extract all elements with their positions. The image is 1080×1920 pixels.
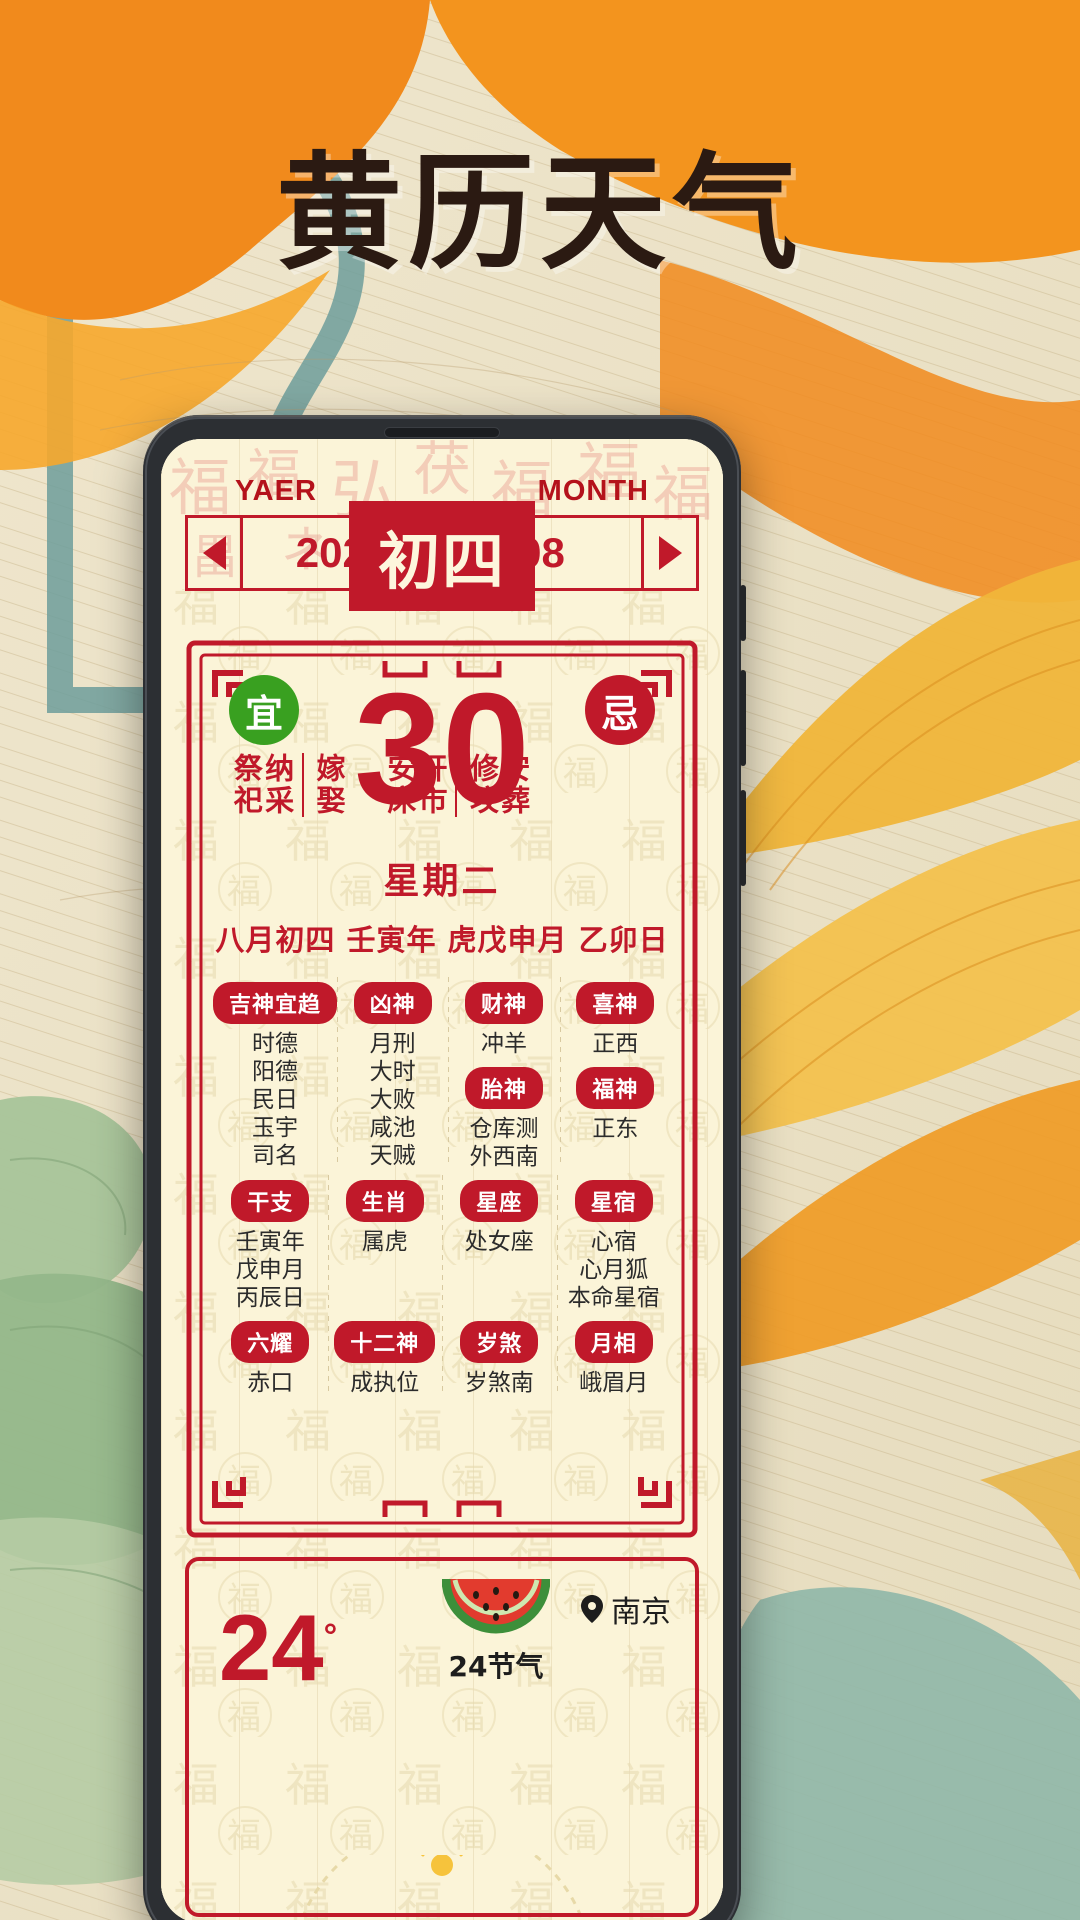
- info-tag: 六耀: [231, 1321, 310, 1364]
- solar-term-block: 24节气: [421, 1575, 571, 1685]
- day-number: 30: [354, 661, 530, 837]
- phone-side-button-volume-up: [740, 670, 746, 766]
- info-tag: 星座: [460, 1180, 539, 1223]
- info-tag: 财神: [465, 982, 544, 1024]
- info-cell: 十二神 成执位: [327, 1312, 443, 1397]
- info-block-2: 干支 壬寅年 戊申月 丙辰日 生肖 属虎 星座 处女座 星宿 心宿 心月狐 本命星宿: [213, 1171, 671, 1312]
- location-name: 南京: [611, 1595, 671, 1630]
- page-title: 黄历天气: [276, 140, 804, 287]
- map-pin-icon: [581, 1595, 603, 1623]
- info-cell: 星座 处女座: [442, 1171, 557, 1312]
- temperature-display: 24°: [219, 1601, 337, 1695]
- info-cell: 凶神月刑 大时 大败 咸池 天贼: [337, 973, 448, 1171]
- info-values: 仓库测 外西南: [469, 1116, 539, 1171]
- almanac-card: 宜 忌 纳采 祭祀 嫁娶 开市 安床 安葬 修坟 30 星期二 八月初四 壬寅年…: [185, 639, 699, 1539]
- date-selector-row: 2024 08 初四: [185, 501, 699, 611]
- info-cell: 生肖 属虎: [327, 1171, 443, 1312]
- info-values: 赤口: [247, 1370, 294, 1397]
- almanac-info-grid: 吉神宜趋 时德 阳德 民日 玉宇 司名 凶神 月刑 大时 大败 咸池 天贼 财神 冲羊 胎神…: [213, 973, 671, 1397]
- phone-side-button-volume-down: [740, 790, 746, 886]
- info-tag: 吉神宜趋: [213, 982, 338, 1024]
- location-display[interactable]: 南京: [581, 1587, 671, 1631]
- info-cell: 财神冲羊胎神仓库测 外西南: [448, 973, 559, 1171]
- yi-ji-section: 宜 忌 纳采 祭祀 嫁娶 开市 安床 安葬 修坟 30 星期二 八月初四 壬寅年…: [207, 667, 677, 967]
- ganzhi-line: 八月初四 壬寅年 虎戊申月 乙卯日: [215, 923, 669, 957]
- info-values: 岁煞南: [464, 1370, 534, 1397]
- weather-card[interactable]: 24° 24节气 南京: [185, 1557, 699, 1917]
- info-values: 正东: [592, 1116, 639, 1143]
- info-tag: 喜神: [576, 982, 655, 1024]
- phone-side-button-mute: [740, 585, 746, 641]
- prev-day-button[interactable]: [185, 515, 243, 591]
- info-tag: 干支: [231, 1180, 310, 1223]
- info-values: 时德 阳德 民日 玉宇 司名: [252, 1031, 298, 1170]
- app-screen: 福 福 福 福 弘 茯 福 福: [161, 439, 723, 1920]
- triangle-right-icon: [658, 536, 682, 570]
- phone-mockup: 福 福 福 福 弘 茯 福 福: [143, 415, 746, 1920]
- info-cell: 六耀 赤口: [213, 1312, 328, 1397]
- temperature-value: 24: [219, 1595, 324, 1700]
- next-day-button[interactable]: [641, 515, 699, 591]
- info-cell: 岁煞 岁煞南: [442, 1312, 557, 1397]
- weekday-label: 星期二: [383, 861, 501, 902]
- info-tag: 凶神: [353, 982, 432, 1024]
- info-tag: 生肖: [345, 1180, 424, 1223]
- year-label: YAER: [235, 475, 317, 507]
- almanac-content: 宜 忌 纳采 祭祀 嫁娶 开市 安床 安葬 修坟 30 星期二 八月初四 壬寅年…: [207, 661, 677, 1521]
- solar-term-label: 24节气: [448, 1650, 544, 1683]
- degree-symbol: °: [323, 1617, 338, 1656]
- info-cell: 星宿心宿 心月狐 本命星宿: [556, 1171, 672, 1312]
- info-tag: 十二神: [334, 1321, 436, 1364]
- triangle-left-icon: [202, 536, 226, 570]
- date-selector-header: YAER MONTH 2024 08 初四: [161, 439, 723, 611]
- month-label: MONTH: [537, 475, 649, 507]
- info-values: 成执位: [350, 1370, 420, 1397]
- info-values: 壬寅年 戊申月 丙辰日: [235, 1229, 305, 1312]
- info-tag: 星宿: [574, 1180, 653, 1223]
- info-tag: 胎神: [465, 1067, 544, 1110]
- sun-arc-graphic: [302, 1855, 582, 1913]
- info-cell: 喜神 正西 福神 正东: [559, 973, 671, 1171]
- info-tag: 岁煞: [460, 1321, 539, 1364]
- info-values: 峨眉月: [579, 1370, 649, 1397]
- info-values: 月刑 大时 大败 咸池 天贼: [369, 1031, 416, 1170]
- info-block-1: 吉神宜趋 时德 阳德 民日 玉宇 司名 凶神 月刑 大时 大败 咸池 天贼 财神 冲羊 胎神…: [213, 973, 671, 1171]
- info-values: 正西: [592, 1031, 639, 1057]
- info-cell: 吉神宜趋时德 阳德 民日 玉宇 司名: [213, 973, 338, 1171]
- info-tag: 福神: [576, 1067, 655, 1110]
- info-tag: 月相: [574, 1321, 653, 1364]
- info-values: 心宿 心月狐 本命星宿: [567, 1229, 660, 1312]
- info-block-3: 六耀 赤口 十二神 成执位 岁煞 岁煞南 月相 峨眉月: [213, 1312, 671, 1397]
- info-values: 处女座: [464, 1229, 534, 1256]
- watermelon-icon: [441, 1575, 551, 1637]
- info-values: 属虎: [361, 1229, 408, 1256]
- info-cell: 干支壬寅年 戊申月 丙辰日: [213, 1171, 328, 1312]
- lunar-date-badge[interactable]: 初四: [349, 501, 535, 611]
- info-cell: 月相 峨眉月: [556, 1312, 672, 1397]
- phone-earpiece: [384, 427, 500, 438]
- info-values: 冲羊: [481, 1031, 527, 1057]
